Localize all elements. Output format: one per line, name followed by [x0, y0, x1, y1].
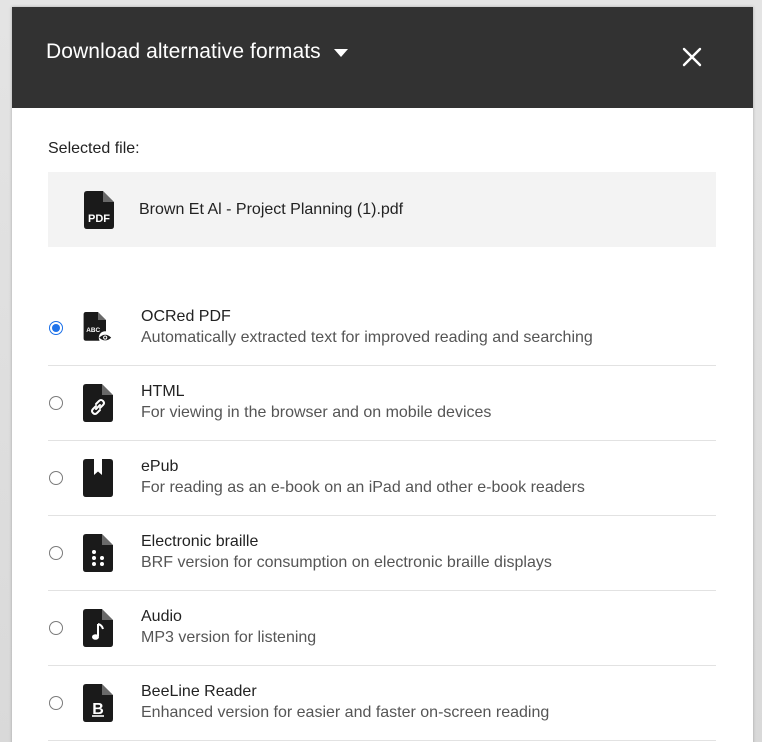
format-options-list: ABC OCRed PDF Automatically extracted te…	[48, 291, 716, 741]
option-title: Electronic braille	[141, 533, 259, 550]
option-html[interactable]: HTML For viewing in the browser and on m…	[48, 366, 716, 441]
option-text: BeeLine Reader Enhanced version for easi…	[141, 682, 549, 724]
option-description: BRF version for consumption on electroni…	[141, 554, 552, 571]
option-beeline-reader[interactable]: B BeeLine Reader Enhanced version for ea…	[48, 666, 716, 741]
dialog-header: Download alternative formats	[12, 7, 753, 108]
download-formats-dialog: Download alternative formats Selected fi…	[12, 7, 753, 742]
audio-note-icon	[82, 609, 114, 647]
beeline-b-icon: B	[82, 684, 114, 722]
option-epub[interactable]: ePub For reading as an e-book on an iPad…	[48, 441, 716, 516]
epub-bookmark-icon	[82, 459, 114, 497]
option-electronic-braille[interactable]: Electronic braille BRF version for consu…	[48, 516, 716, 591]
option-description: For reading as an e-book on an iPad and …	[141, 479, 585, 496]
option-description: MP3 version for listening	[141, 629, 317, 646]
radio-electronic-braille[interactable]	[49, 546, 63, 560]
radio-audio[interactable]	[49, 621, 63, 635]
option-title: OCRed PDF	[141, 308, 231, 325]
option-title: HTML	[141, 383, 185, 400]
ocr-pdf-icon: ABC	[82, 309, 114, 347]
option-ocred-pdf[interactable]: ABC OCRed PDF Automatically extracted te…	[48, 291, 716, 366]
option-description: Automatically extracted text for improve…	[141, 329, 593, 346]
ocr-icon-text: ABC	[86, 327, 100, 334]
radio-epub[interactable]	[49, 471, 63, 485]
option-text: ePub For reading as an e-book on an iPad…	[141, 457, 585, 499]
option-text: HTML For viewing in the browser and on m…	[141, 382, 491, 424]
selected-file-label: Selected file:	[48, 140, 140, 157]
pdf-icon-text: PDF	[88, 213, 110, 225]
caret-down-icon[interactable]	[333, 49, 348, 57]
title-dropdown[interactable]: Download alternative formats	[46, 38, 348, 66]
option-text: Electronic braille BRF version for consu…	[141, 532, 552, 574]
option-audio[interactable]: Audio MP3 version for listening	[48, 591, 716, 666]
radio-ocred-pdf[interactable]	[49, 321, 63, 335]
braille-icon	[82, 534, 114, 572]
radio-html[interactable]	[49, 396, 63, 410]
radio-beeline-reader[interactable]	[49, 696, 63, 710]
close-button[interactable]	[677, 42, 707, 72]
option-title: ePub	[141, 458, 179, 475]
close-icon[interactable]	[682, 47, 702, 67]
option-description: For viewing in the browser and on mobile…	[141, 404, 492, 421]
pdf-file-icon: PDF	[84, 190, 114, 229]
page-backdrop: Download alternative formats Selected fi…	[0, 0, 762, 742]
dialog-title: Download alternative formats	[46, 40, 321, 63]
selected-file-box: PDF Brown Et Al - Project Planning (1).p…	[48, 172, 716, 247]
option-description: Enhanced version for easier and faster o…	[141, 704, 550, 721]
option-title: Audio	[141, 608, 182, 625]
option-title: BeeLine Reader	[141, 683, 257, 700]
option-text: Audio MP3 version for listening	[141, 607, 316, 649]
html-link-icon	[82, 384, 114, 422]
selected-file-name: Brown Et Al - Project Planning (1).pdf	[139, 200, 404, 218]
option-text: OCRed PDF Automatically extracted text f…	[141, 307, 593, 349]
